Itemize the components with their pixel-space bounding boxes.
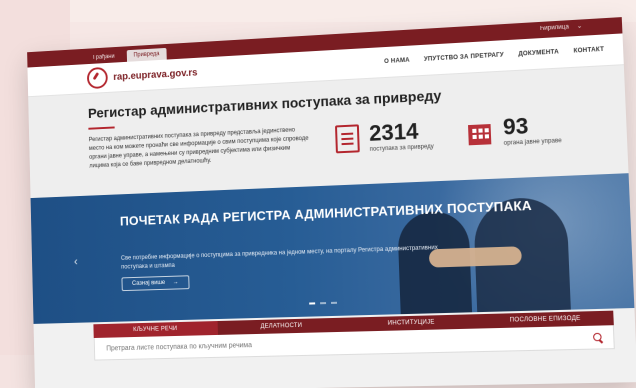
hero-description: Регистар административних поступака за п… xyxy=(88,127,309,170)
logo-icon xyxy=(86,66,108,90)
search-icon[interactable] xyxy=(592,332,603,343)
screenshot-stage: Грађани Привреда Ћирилица ⌄ rap.euprava.… xyxy=(0,0,636,388)
learn-more-label: Сазнај више xyxy=(131,279,166,287)
carousel-prev-icon[interactable]: ‹ xyxy=(74,254,78,268)
document-icon xyxy=(335,124,360,154)
chevron-down-icon: ⌄ xyxy=(576,23,583,30)
background-top xyxy=(0,0,636,22)
stat-authorities-value: 93 xyxy=(502,113,529,140)
page-title: Регистар административних поступака за п… xyxy=(87,87,442,122)
nav-about[interactable]: О НАМА xyxy=(384,58,410,65)
carousel-dot[interactable] xyxy=(309,302,316,305)
site-logo[interactable]: rap.euprava.gov.rs xyxy=(86,62,198,90)
search-section: КЉУЧНЕ РЕЧИ ДЕЛАТНОСТИ ИНСТИТУЦИЈЕ ПОСЛО… xyxy=(93,310,615,384)
stat-procedures: 2314 поступака за привреду xyxy=(335,118,434,155)
nav-search-guide[interactable]: УПУТСТВО ЗА ПРЕТРАГУ xyxy=(424,52,504,62)
stat-authorities-text: 93 органа јавне управе xyxy=(502,113,562,147)
nav-documents[interactable]: ДОКУМЕНТА xyxy=(518,49,559,57)
learn-more-button[interactable]: Сазнај више → xyxy=(121,275,190,292)
website-page: Грађани Привреда Ћирилица ⌄ rap.euprava.… xyxy=(27,17,636,388)
arrow-right-icon: → xyxy=(172,279,179,286)
stat-procedures-value: 2314 xyxy=(368,118,419,146)
carousel-dot[interactable] xyxy=(320,302,327,305)
tab-citizens[interactable]: Грађани xyxy=(86,51,121,65)
logo-text: rap.euprava.gov.rs xyxy=(113,67,198,83)
title-accent-line xyxy=(88,126,115,130)
language-label: Ћирилица xyxy=(538,24,569,33)
stat-authorities-label: органа јавне управе xyxy=(503,138,562,147)
language-selector[interactable]: Ћирилица ⌄ xyxy=(538,22,583,33)
carousel-indicators xyxy=(309,301,338,305)
stat-authorities: 93 органа јавне управе xyxy=(466,113,562,149)
news-banner: ‹ ПОЧЕТАК РАДА РЕГИСТРА АДМИНИСТРАТИВНИХ… xyxy=(30,173,635,324)
building-icon xyxy=(466,118,494,148)
tab-business[interactable]: Привреда xyxy=(126,47,167,62)
stat-procedures-text: 2314 поступака за привреду xyxy=(368,118,434,152)
carousel-dot[interactable] xyxy=(330,301,338,304)
main-nav: О НАМА УПУТСТВО ЗА ПРЕТРАГУ ДОКУМЕНТА КО… xyxy=(384,47,604,65)
nav-contact[interactable]: КОНТАКТ xyxy=(573,47,604,55)
